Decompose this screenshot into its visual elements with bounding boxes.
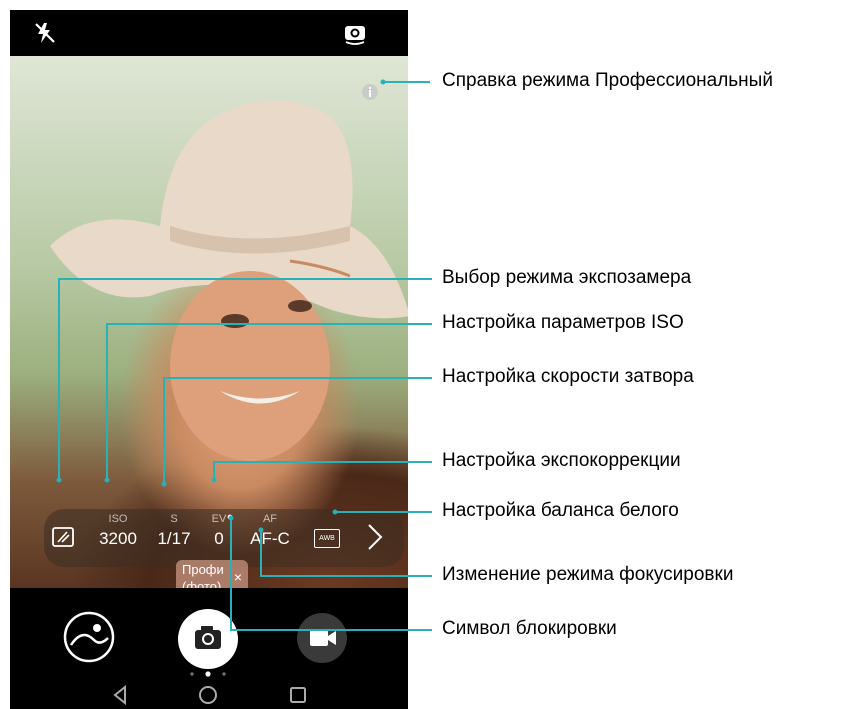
iso-control[interactable]: ISO 3200 bbox=[90, 513, 146, 549]
callout-ev: Настройка экспокоррекции bbox=[442, 450, 681, 471]
shutter-label: S bbox=[170, 513, 178, 525]
camera-viewfinder[interactable]: ISO 3200 S 1/17 EV 0 AF AF-C AWB Профи (… bbox=[10, 56, 408, 588]
af-label: AF bbox=[262, 513, 278, 525]
callout-lock: Символ блокировки bbox=[442, 618, 617, 639]
lock-dot-icon bbox=[227, 514, 233, 520]
shutter-control[interactable]: S 1/17 bbox=[148, 513, 200, 549]
switch-camera-icon[interactable] bbox=[342, 20, 368, 46]
recents-icon[interactable] bbox=[288, 685, 308, 705]
mode-badge[interactable]: Профи (фото) × bbox=[176, 560, 248, 588]
phone-screen: ISO 3200 S 1/17 EV 0 AF AF-C AWB Профи (… bbox=[10, 10, 408, 709]
shutter-value: 1/17 bbox=[157, 529, 191, 548]
callout-iso: Настройка параметров ISO bbox=[442, 312, 684, 333]
callout-help: Справка режима Профессиональный bbox=[442, 70, 773, 91]
af-value: AF-C bbox=[250, 529, 290, 548]
awb-icon[interactable]: AWB bbox=[314, 529, 340, 548]
pro-mode-control-bar: ISO 3200 S 1/17 EV 0 AF AF-C AWB bbox=[44, 509, 404, 567]
bottom-bar bbox=[10, 588, 408, 709]
back-icon[interactable] bbox=[110, 684, 130, 706]
callout-focus: Изменение режима фокусировки bbox=[442, 564, 734, 585]
iso-value: 3200 bbox=[99, 529, 137, 548]
chevron-right-icon[interactable] bbox=[366, 523, 384, 551]
af-control[interactable]: AF AF-C bbox=[242, 513, 298, 549]
face-image bbox=[170, 271, 330, 461]
close-icon[interactable]: × bbox=[234, 569, 242, 586]
gallery-icon[interactable] bbox=[62, 610, 116, 664]
callout-wb: Настройка баланса белого bbox=[442, 500, 679, 521]
info-icon[interactable] bbox=[360, 82, 380, 102]
video-icon[interactable] bbox=[296, 612, 348, 664]
flash-off-icon[interactable] bbox=[32, 20, 58, 46]
page-dots bbox=[190, 671, 226, 677]
home-icon[interactable] bbox=[197, 684, 219, 706]
top-bar bbox=[10, 10, 408, 56]
iso-label: ISO bbox=[108, 513, 128, 525]
ev-value: 0 bbox=[214, 529, 224, 548]
callout-metering: Выбор режима экспозамера bbox=[442, 267, 692, 288]
awb-icon-label: AWB bbox=[319, 535, 335, 542]
metering-icon[interactable] bbox=[52, 527, 74, 547]
shutter-icon[interactable] bbox=[177, 608, 239, 670]
callout-shutter: Настройка скорости затвора bbox=[442, 366, 694, 387]
